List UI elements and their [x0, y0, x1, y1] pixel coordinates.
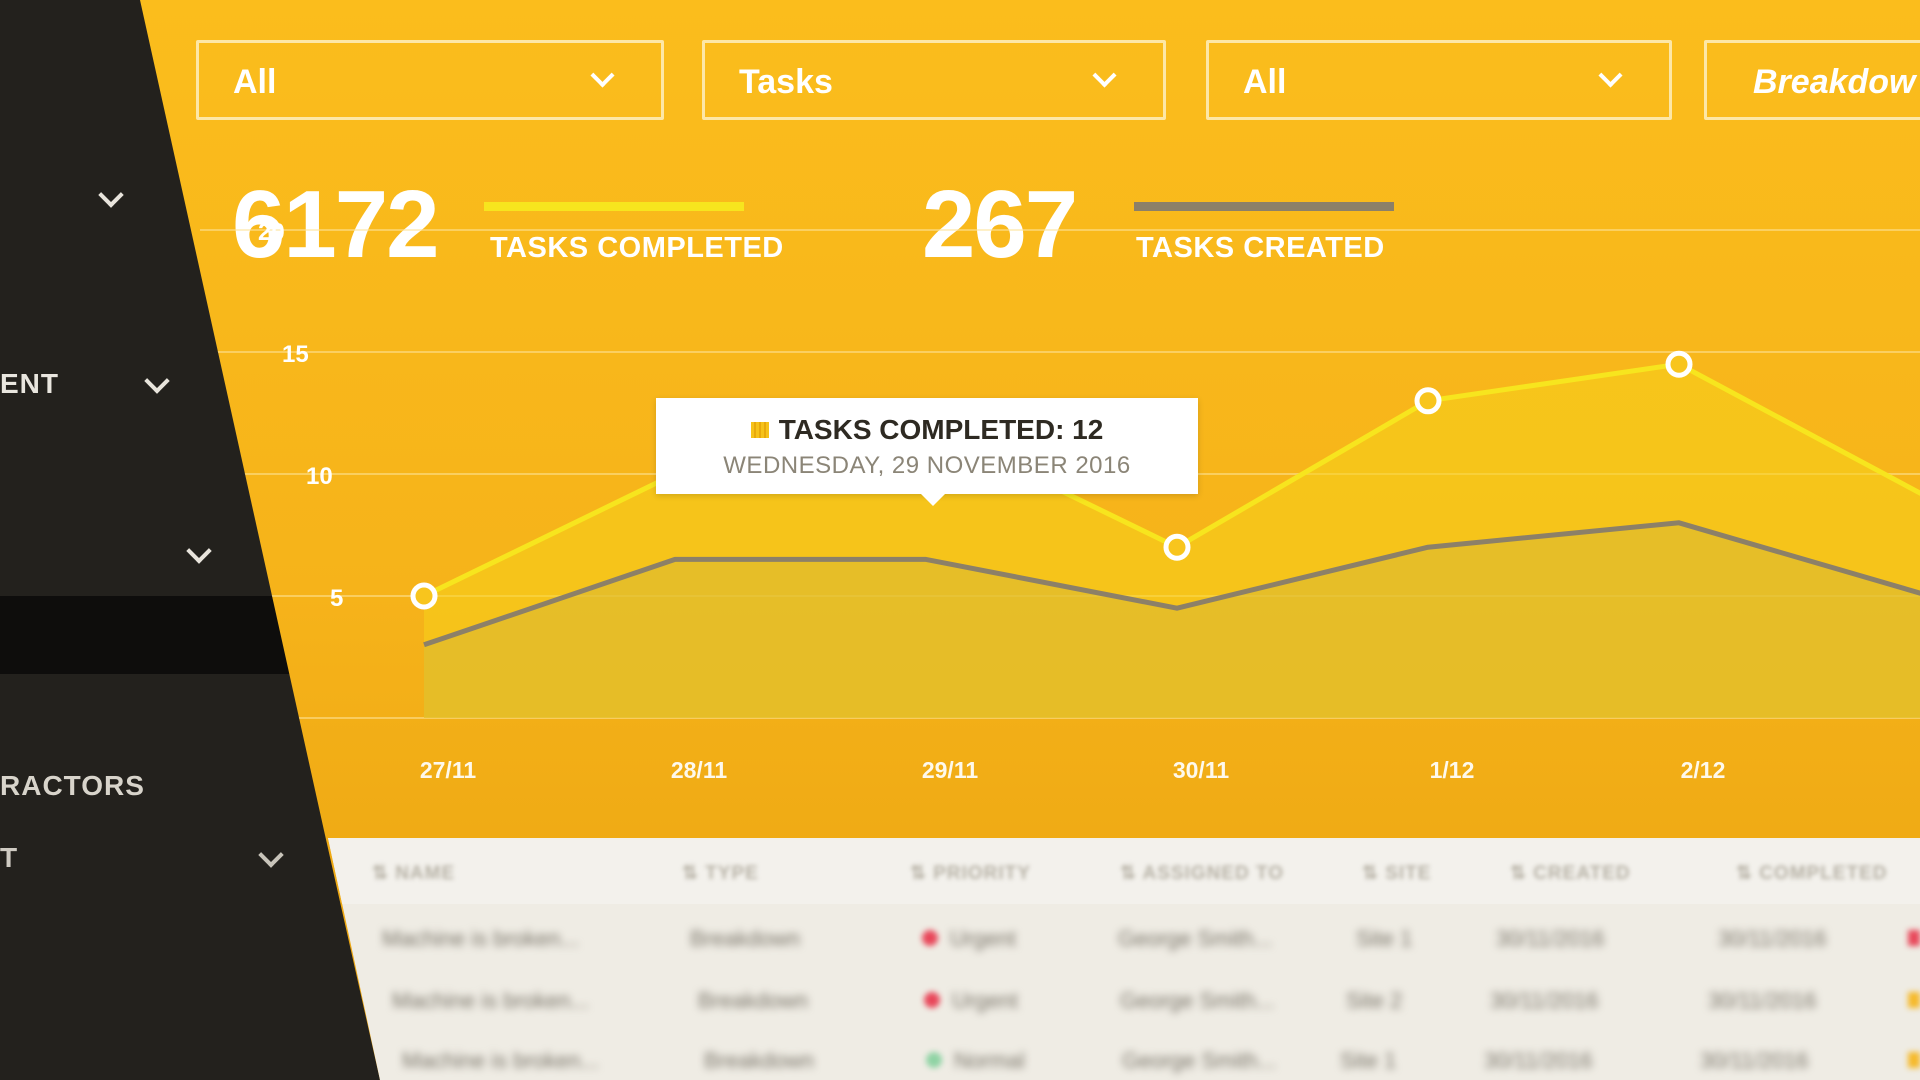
column-header-completed[interactable]: ⇅ COMPLETED	[1736, 862, 1887, 885]
cell-name: Machine is broken...	[402, 1048, 599, 1073]
x-tick-label: 29/11	[922, 757, 978, 783]
y-tick-label: 20	[258, 219, 285, 246]
priority-urgent-icon	[922, 930, 938, 946]
cell-priority: Normal	[954, 1048, 1025, 1073]
column-header-type[interactable]: ⇅ TYPE	[682, 862, 759, 885]
status-indicator	[1908, 930, 1920, 946]
priority-urgent-icon	[924, 992, 940, 1008]
sidebar-item-label: ENT	[0, 368, 59, 399]
cell-name: Machine is broken...	[382, 926, 579, 951]
cell-assigned-to: George Smith...	[1120, 988, 1275, 1013]
cell-site: Site 1	[1340, 1048, 1397, 1073]
sidebar-item-t[interactable]: T	[0, 842, 18, 874]
chevron-down-icon[interactable]	[98, 182, 124, 208]
chart-tooltip: TASKS COMPLETED: 12 WEDNESDAY, 29 NOVEMB…	[656, 398, 1198, 506]
cell-assigned-to: George Smith...	[1118, 926, 1273, 951]
cell-created: 30/11/2016	[1490, 988, 1599, 1013]
column-header-priority[interactable]: ⇅ PRIORITY	[910, 862, 1031, 885]
column-header-created[interactable]: ⇅ CREATED	[1510, 862, 1631, 885]
cell-type: Breakdown	[698, 988, 809, 1013]
column-header-site[interactable]: ⇅ SITE	[1362, 862, 1431, 885]
data-point-tasks-completed	[410, 582, 438, 610]
cell-priority: Urgent	[952, 988, 1019, 1013]
priority-normal-icon	[926, 1052, 942, 1068]
sidebar-item-label: RACTORS	[0, 770, 145, 801]
x-tick-label: 1/12	[1430, 757, 1475, 783]
cell-created: 30/11/2016	[1496, 926, 1605, 951]
x-tick-label: 27/11	[420, 757, 476, 783]
cell-completed: 30/11/2016	[1718, 926, 1827, 951]
sidebar-item-management[interactable]: ENT	[0, 368, 59, 400]
column-header-assigned-to[interactable]: ⇅ ASSIGNED TO	[1120, 862, 1284, 885]
sidebar-item-contractors[interactable]: RACTORS	[0, 770, 145, 802]
cell-type: Breakdown	[704, 1048, 815, 1073]
cell-assigned-to: George Smith...	[1122, 1048, 1277, 1073]
chevron-down-icon[interactable]	[144, 368, 170, 394]
tooltip-date: WEDNESDAY, 29 NOVEMBER 2016	[723, 452, 1131, 479]
series-swatch-icon	[750, 422, 769, 438]
tooltip-title-row: TASKS COMPLETED: 12	[656, 414, 1198, 446]
cell-site: Site 1	[1356, 926, 1413, 951]
cell-completed: 30/11/2016	[1708, 988, 1817, 1013]
x-tick-label: 28/11	[671, 757, 727, 783]
chevron-down-icon[interactable]	[186, 538, 212, 564]
cell-priority: Urgent	[950, 926, 1017, 951]
cell-created: 30/11/2016	[1484, 1048, 1593, 1073]
cell-completed: 30/11/2016	[1700, 1048, 1809, 1073]
y-tick-label: 10	[306, 463, 333, 490]
data-point-tasks-completed	[1665, 350, 1693, 378]
x-tick-label: 30/11	[1173, 757, 1229, 783]
chevron-down-icon[interactable]	[258, 842, 284, 868]
sidebar-item-label: T	[0, 842, 19, 873]
tooltip-title: TASKS COMPLETED: 12	[778, 414, 1104, 445]
data-point-tasks-completed	[1414, 387, 1442, 415]
cell-name: Machine is broken...	[392, 988, 589, 1013]
column-header-name[interactable]: ⇅ NAME	[372, 862, 455, 885]
status-indicator	[1908, 992, 1920, 1008]
status-indicator	[1908, 1052, 1920, 1068]
x-tick-label: 2/12	[1681, 757, 1726, 783]
y-tick-label: 15	[282, 341, 309, 368]
cell-site: Site 2	[1346, 988, 1403, 1013]
y-tick-label: 5	[330, 585, 343, 612]
data-point-tasks-completed	[1163, 533, 1191, 561]
cell-type: Breakdown	[690, 926, 801, 951]
